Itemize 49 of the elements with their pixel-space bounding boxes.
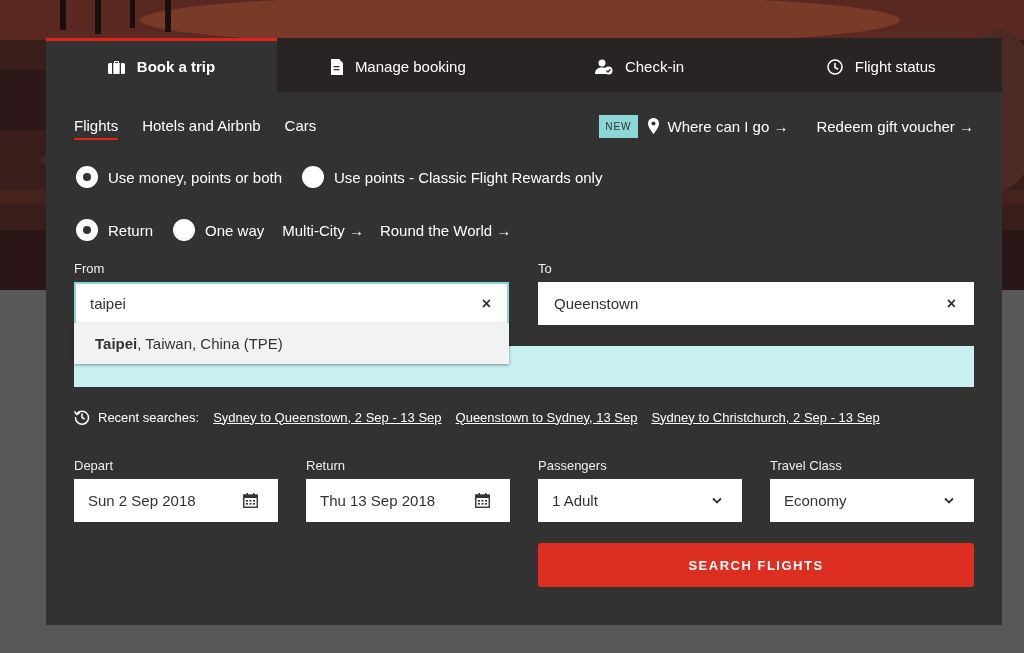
field-label: Travel Class <box>770 458 842 473</box>
header-link[interactable]: Redeem gift voucher → <box>816 117 974 135</box>
document-icon <box>329 58 343 75</box>
history-icon <box>74 409 90 425</box>
recent-search-link[interactable]: Sydney to Queenstown, 2 Sep - 13 Sep <box>213 409 442 425</box>
calendar-icon[interactable] <box>475 493 490 508</box>
field-label: Passengers <box>538 458 607 473</box>
recent-search-link[interactable]: Sydney to Christchurch, 2 Sep - 13 Sep <box>651 409 880 425</box>
radio-button[interactable] <box>302 166 324 188</box>
radio-label[interactable]: Use points - Classic Flight Rewards only <box>334 168 603 186</box>
calendar-icon[interactable] <box>243 493 258 508</box>
sub-tab[interactable]: Flights <box>74 112 119 140</box>
suggestion-item[interactable]: Taipei, Taiwan, China (TPE) <box>74 323 509 364</box>
field-label: From <box>74 261 105 276</box>
recent-label: Recent searches: <box>98 409 200 425</box>
trip-link[interactable]: Round the World → <box>379 221 512 239</box>
date-field[interactable]: Thu 13 Sep 2018 <box>306 479 510 522</box>
sub-tab[interactable]: Hotels and Airbnb <box>142 112 261 140</box>
radio-button[interactable] <box>76 219 98 241</box>
clear-button[interactable]: × <box>946 294 956 313</box>
select-field[interactable]: 1 Adult <box>538 479 742 522</box>
chevron-down-icon[interactable] <box>944 497 954 504</box>
chevron-down-icon[interactable] <box>712 497 722 504</box>
select-field[interactable]: Economy <box>770 479 974 522</box>
recent-search-link[interactable]: Queenstown to Sydney, 13 Sep <box>455 409 638 425</box>
clock-icon <box>826 58 843 75</box>
field-label: Depart <box>74 458 114 473</box>
radio-button[interactable] <box>173 219 196 241</box>
radio-label[interactable]: Use money, points or both <box>108 168 282 186</box>
nav-tab[interactable]: Flight status <box>760 38 1002 92</box>
field-label: To <box>538 261 552 276</box>
map-pin-icon <box>647 118 659 134</box>
field-label: Return <box>306 458 346 473</box>
nav-tab[interactable]: Manage booking <box>277 38 519 92</box>
airport-input[interactable]: Queenstown × <box>538 282 974 325</box>
nav-tab[interactable]: Check-in <box>518 38 761 92</box>
search-flights-button[interactable]: SEARCH FLIGHTS <box>538 543 974 587</box>
trip-link[interactable]: Multi-City → <box>282 221 364 239</box>
person-check-icon <box>594 58 613 75</box>
new-badge: NEW <box>599 114 638 138</box>
sub-tab[interactable]: Cars <box>284 112 317 140</box>
radio-label[interactable]: One way <box>205 221 265 239</box>
date-field[interactable]: Sun 2 Sep 2018 <box>74 479 278 522</box>
radio-button[interactable] <box>76 166 98 188</box>
suitcase-icon <box>107 59 125 74</box>
clear-button[interactable]: × <box>481 294 491 313</box>
radio-label[interactable]: Return <box>108 221 154 239</box>
airport-input[interactable]: taipei × <box>74 282 509 325</box>
header-link[interactable]: Where can I go → <box>647 117 789 135</box>
